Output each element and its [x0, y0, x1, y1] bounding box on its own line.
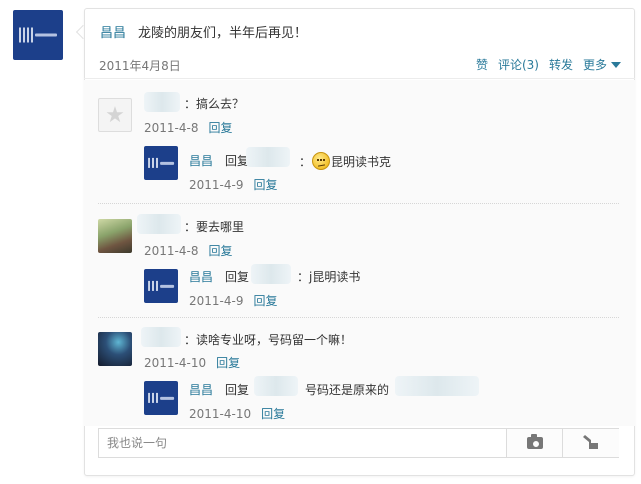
- redacted-reply-target: [246, 147, 290, 167]
- comment-reply-link[interactable]: 回复: [208, 244, 232, 258]
- comment-text: ：要去哪里: [184, 220, 245, 234]
- comment-text: ：搞么去？: [184, 97, 245, 111]
- redacted-reply-target: [254, 376, 298, 396]
- comment-date: 2011-4-8: [144, 121, 199, 135]
- comment-meta: 2011-4-10 回复: [144, 354, 240, 371]
- reply-date: 2011-4-9: [189, 178, 244, 192]
- logo-icon: [148, 280, 174, 292]
- reply-message: 号码还是原来的: [305, 383, 390, 397]
- post-text: 龙陵的朋友们，半年后再见！: [138, 26, 308, 41]
- reply-message: ：j昆明读书: [297, 270, 361, 284]
- reply-message: 昆明读书克: [331, 155, 392, 169]
- reply-meta: 2011-4-9 回复: [189, 292, 277, 309]
- thumb-pointer-icon: [583, 435, 598, 449]
- reply-date: 2011-4-9: [189, 294, 244, 308]
- comment-input[interactable]: [99, 429, 506, 457]
- camera-icon: [527, 434, 543, 449]
- post-meta-row: 2011年4月8日 赞 评论(3) 转发 更多: [84, 50, 635, 79]
- commenter-avatar[interactable]: [98, 219, 132, 253]
- reply-author-link[interactable]: 昌昌: [189, 381, 213, 398]
- post-actions: 赞 评论(3) 转发 更多: [476, 56, 621, 73]
- reply-author-link[interactable]: 昌昌: [189, 152, 213, 169]
- reply-prefix: 回复: [225, 270, 250, 284]
- reply-prefix: 回复: [225, 383, 250, 397]
- redacted-phone-number: [395, 376, 479, 396]
- redacted-commenter-name: [141, 327, 181, 347]
- comment-composer: [98, 428, 619, 458]
- comment-text: ：读啥专业呀，号码留一个嘛！: [184, 333, 353, 347]
- reply-meta: 2011-4-10 回复: [189, 405, 285, 422]
- repost-button[interactable]: 转发: [549, 56, 573, 73]
- reply-text: ： 昆明读书克: [299, 152, 391, 170]
- reply-avatar[interactable]: [144, 146, 178, 180]
- commenter-avatar[interactable]: [98, 332, 132, 366]
- reply-meta: 2011-4-9 回复: [189, 176, 277, 193]
- comment-meta: 2011-4-8 回复: [144, 242, 232, 259]
- redacted-commenter-name: [144, 92, 180, 112]
- comment-date: 2011-4-10: [144, 356, 207, 370]
- reply-reply-link[interactable]: 回复: [253, 178, 277, 192]
- comment-reply-link[interactable]: 回复: [216, 356, 240, 370]
- redacted-commenter-name: [137, 214, 181, 234]
- reply-separator: ：: [299, 155, 312, 169]
- reply-avatar[interactable]: [144, 381, 178, 415]
- like-gesture-button[interactable]: [562, 429, 619, 457]
- comment-meta: 2011-4-8 回复: [144, 119, 232, 136]
- logo-icon: [148, 157, 174, 169]
- post-content: 昌昌 龙陵的朋友们，半年后再见！: [100, 22, 307, 41]
- reply-date: 2011-4-10: [189, 407, 252, 421]
- comment-button[interactable]: 评论(3): [498, 56, 539, 73]
- post-date: 2011年4月8日: [99, 59, 181, 73]
- redacted-reply-target: [251, 264, 291, 284]
- poster-avatar[interactable]: [13, 10, 63, 60]
- photo-button[interactable]: [506, 429, 563, 457]
- like-button[interactable]: 赞: [476, 56, 488, 73]
- reply-reply-link[interactable]: 回复: [253, 294, 277, 308]
- more-label: 更多: [582, 58, 607, 72]
- commenter-avatar[interactable]: ★: [98, 98, 132, 132]
- more-menu-button[interactable]: 更多: [583, 56, 621, 73]
- comment-date: 2011-4-8: [144, 244, 199, 258]
- reply-reply-link[interactable]: 回复: [261, 407, 285, 421]
- logo-icon: [19, 27, 57, 43]
- comment-divider: [98, 317, 619, 318]
- reply-author-link[interactable]: 昌昌: [189, 268, 213, 285]
- reply-avatar[interactable]: [144, 269, 178, 303]
- logo-icon: [148, 392, 174, 404]
- star-avatar-icon: ★: [105, 102, 125, 128]
- comment-reply-link[interactable]: 回复: [208, 121, 232, 135]
- triangle-down-icon: [611, 61, 621, 68]
- comment-divider: [98, 203, 619, 204]
- confused-emoji-icon: [312, 152, 331, 170]
- post-author-link[interactable]: 昌昌: [100, 26, 126, 41]
